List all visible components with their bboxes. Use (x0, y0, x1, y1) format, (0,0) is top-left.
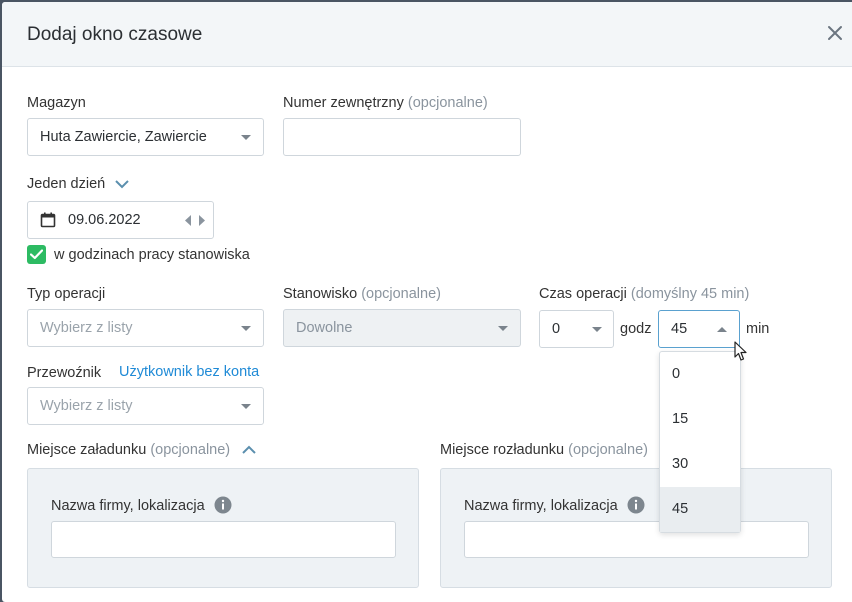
station-value: Dowolne (296, 320, 353, 336)
unloading-company-input[interactable] (464, 521, 809, 558)
minutes-option-selected[interactable]: 45 (660, 487, 740, 532)
operation-type-select[interactable]: Wybierz z listy (27, 309, 264, 347)
chevron-up-icon (717, 327, 727, 332)
chevron-down-icon (115, 180, 129, 189)
add-time-window-modal: Dodaj okno czasowe Magazyn Huta Zawierci… (2, 2, 852, 602)
loading-company-input[interactable] (51, 521, 396, 558)
station-label: Stanowisko (opcjonalne) (283, 286, 441, 302)
loading-place-toggle[interactable]: Miejsce załadunku (opcjonalne) (27, 442, 256, 458)
loading-place-panel: Nazwa firmy, lokalizacja (27, 468, 419, 588)
calendar-icon (40, 212, 56, 228)
carrier-label: Przewoźnik (27, 365, 102, 381)
mouse-cursor-icon (734, 341, 747, 361)
unloading-place-toggle[interactable]: Miejsce rozładunku (opcjonalne) (440, 442, 648, 458)
operation-type-placeholder: Wybierz z listy (40, 320, 133, 336)
hours-select[interactable]: 0 (539, 310, 614, 348)
minutes-unit-label: min (746, 321, 770, 337)
hours-unit-label: godz (620, 321, 652, 337)
user-without-account-link[interactable]: Użytkownik bez konta (119, 364, 259, 380)
minutes-dropdown: 0 15 30 45 (659, 351, 741, 533)
single-day-toggle[interactable]: Jeden dzień (27, 176, 129, 192)
info-icon[interactable] (627, 496, 645, 514)
minutes-option[interactable]: 15 (660, 397, 740, 442)
chevron-up-icon (242, 445, 256, 454)
carrier-select[interactable]: Wybierz z listy (27, 387, 264, 425)
warehouse-select[interactable]: Huta Zawiercie, Zawiercie (27, 118, 264, 156)
chevron-down-icon (498, 326, 508, 331)
close-icon (828, 26, 842, 40)
minutes-option[interactable]: 0 (660, 352, 740, 397)
chevron-down-icon (592, 327, 602, 332)
chevron-down-icon (241, 326, 251, 331)
info-icon[interactable] (214, 496, 232, 514)
warehouse-label: Magazyn (27, 95, 86, 111)
chevron-down-icon (241, 135, 251, 140)
company-location-label: Nazwa firmy, lokalizacja (464, 498, 618, 514)
checkmark-icon (30, 249, 43, 260)
company-location-label: Nazwa firmy, lokalizacja (51, 498, 205, 514)
modal-title: Dodaj okno czasowe (27, 24, 203, 45)
carrier-placeholder: Wybierz z listy (40, 398, 133, 414)
prev-next-date-icon[interactable] (185, 215, 205, 226)
modal-header: Dodaj okno czasowe (2, 2, 852, 67)
external-number-label: Numer zewnętrzny (opcjonalne) (283, 95, 488, 111)
warehouse-value: Huta Zawiercie, Zawiercie (40, 129, 207, 145)
hours-value: 0 (552, 321, 561, 337)
working-hours-label: w godzinach pracy stanowiska (54, 247, 250, 263)
date-value: 09.06.2022 (68, 212, 141, 228)
minutes-select[interactable]: 45 (658, 310, 740, 348)
external-number-input[interactable] (283, 118, 521, 156)
unloading-place-panel: Nazwa firmy, lokalizacja (440, 468, 832, 588)
date-picker[interactable]: 09.06.2022 (27, 201, 214, 239)
minutes-value: 45 (671, 321, 688, 337)
minutes-option[interactable]: 30 (660, 442, 740, 487)
operation-time-label: Czas operacji (domyślny 45 min) (539, 286, 750, 302)
close-button[interactable] (824, 22, 846, 44)
chevron-down-icon (241, 404, 251, 409)
operation-type-label: Typ operacji (27, 286, 106, 302)
station-select: Dowolne (283, 309, 521, 347)
working-hours-checkbox[interactable] (27, 245, 46, 264)
